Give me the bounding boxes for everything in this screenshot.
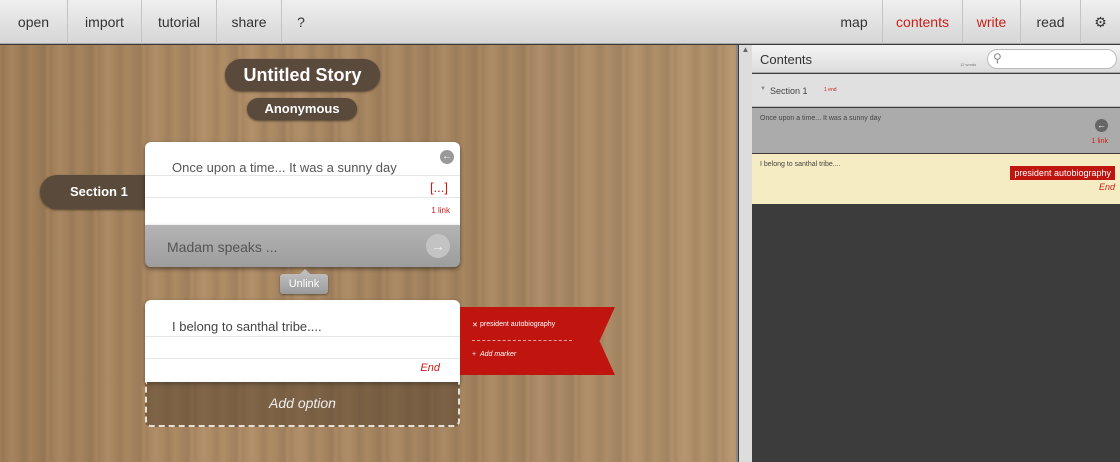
passage-card-2[interactable]: I belong to santhal tribe.... End [145, 300, 460, 382]
divider [145, 197, 460, 198]
story-title[interactable]: Untitled Story [225, 59, 380, 91]
more-bracket[interactable]: [...] [430, 180, 448, 195]
section-tab[interactable]: Section 1 [40, 175, 155, 209]
story-author[interactable]: Anonymous [247, 98, 357, 120]
end-count: 1 end [824, 87, 837, 93]
contents-button[interactable]: contents [882, 0, 962, 44]
close-icon[interactable]: ✕ [472, 321, 478, 329]
panel-header: Contents 12 words ⚲ [752, 45, 1120, 73]
collapse-triangle-icon[interactable]: ▼ [760, 86, 766, 92]
contents-passage-row[interactable]: Once upon a time... It was a sunny day ←… [752, 108, 1120, 153]
tutorial-button[interactable]: tutorial [142, 0, 217, 44]
gear-icon[interactable]: ⚙ [1080, 0, 1120, 44]
help-button[interactable]: ? [282, 0, 320, 44]
back-arrow-icon[interactable]: ← [1095, 119, 1108, 132]
end-label: End [420, 362, 440, 374]
marker-badge[interactable]: president autobiography [1010, 166, 1115, 180]
collapse-handle[interactable]: ▲ [739, 45, 752, 462]
plus-icon[interactable]: + [472, 351, 476, 358]
arrow-right-icon[interactable]: → [426, 234, 450, 258]
marker-flag: ✕ president autobiography + Add marker [460, 307, 615, 375]
word-count: 12 words [960, 62, 977, 67]
contents-panel: Contents 12 words ⚲ ▼ Section 1 1 end On… [752, 45, 1120, 462]
end-label: End [1098, 182, 1115, 192]
search-input[interactable] [1010, 52, 1110, 66]
option-text[interactable]: Madam speaks ... [167, 239, 278, 255]
marker-name[interactable]: president autobiography [480, 321, 555, 328]
divider [145, 358, 460, 359]
panel-title: Contents [760, 52, 813, 67]
divider [145, 336, 460, 337]
passage-text[interactable]: I belong to santhal tribe.... [172, 319, 322, 334]
marker-divider [472, 340, 572, 341]
read-button[interactable]: read [1020, 0, 1080, 44]
row-text: I belong to santhal tribe.... [760, 161, 841, 168]
add-option-button[interactable]: Add option [145, 382, 460, 427]
map-button[interactable]: map [826, 0, 882, 44]
import-button[interactable]: import [68, 0, 142, 44]
option-row[interactable]: Madam speaks ... → [145, 225, 460, 267]
add-marker-button[interactable]: Add marker [480, 351, 516, 358]
contents-section-row[interactable]: ▼ Section 1 1 end [752, 74, 1120, 107]
back-arrow-icon[interactable]: ← [440, 150, 454, 164]
share-button[interactable]: share [217, 0, 282, 44]
link-count: 1 link [1091, 138, 1108, 145]
contents-passage-row[interactable]: I belong to santhal tribe.... president … [752, 154, 1120, 204]
section-label[interactable]: Section 1 [770, 86, 808, 96]
write-button[interactable]: write [962, 0, 1020, 44]
link-count: 1 link [431, 206, 450, 215]
passage-text[interactable]: Once upon a time... It was a sunny day [172, 160, 397, 175]
divider [145, 175, 460, 176]
top-toolbar: open import tutorial share ? map content… [0, 0, 1120, 44]
search-box[interactable]: ⚲ [987, 49, 1117, 69]
story-canvas: Untitled Story Anonymous Section 1 Once … [0, 45, 738, 462]
unlink-button[interactable]: Unlink [280, 269, 328, 294]
search-icon: ⚲ [993, 51, 1002, 65]
open-button[interactable]: open [0, 0, 68, 44]
passage-card-1[interactable]: Once upon a time... It was a sunny day ←… [145, 142, 460, 225]
row-text: Once upon a time... It was a sunny day [760, 115, 882, 122]
